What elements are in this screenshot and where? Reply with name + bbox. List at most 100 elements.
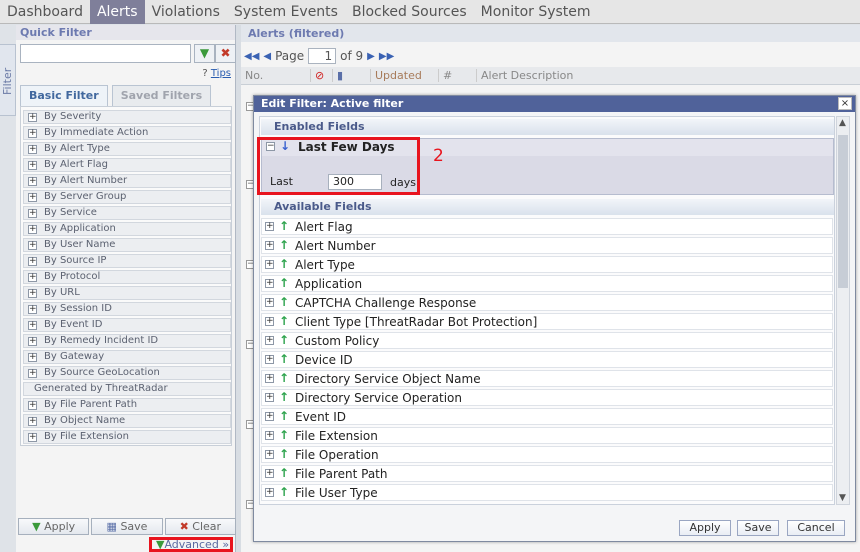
save-filter-button[interactable]: ▦ Save bbox=[91, 518, 163, 535]
add-arrow-icon[interactable]: ↑ bbox=[279, 333, 289, 348]
scroll-up-icon[interactable]: ▲ bbox=[839, 118, 846, 128]
expand-icon: + bbox=[265, 221, 274, 231]
tips-link[interactable]: Tips bbox=[211, 68, 231, 79]
dialog-scrollbar[interactable]: ▲ ▼ bbox=[836, 116, 850, 505]
add-arrow-icon[interactable]: ↑ bbox=[279, 219, 289, 234]
page-number-input[interactable]: 1 bbox=[308, 48, 337, 64]
close-icon[interactable]: × bbox=[838, 97, 852, 110]
tab-dashboard[interactable]: Dashboard bbox=[0, 0, 90, 24]
add-arrow-icon[interactable]: ↑ bbox=[279, 314, 289, 329]
add-arrow-icon[interactable]: ↑ bbox=[279, 371, 289, 386]
filter-item[interactable]: + By Alert Type bbox=[23, 142, 231, 156]
apply-filter-button[interactable]: ▼ Apply bbox=[18, 518, 90, 535]
add-arrow-icon[interactable]: ↑ bbox=[279, 352, 289, 367]
last-page-icon[interactable]: ▶▶ bbox=[379, 51, 394, 62]
expand-icon: + bbox=[28, 320, 37, 330]
available-field-row[interactable]: + ↑ Client Type [ThreatRadar Bot Protectio… bbox=[261, 313, 833, 330]
chart-column-icon[interactable]: ▮ bbox=[333, 69, 371, 82]
column-header-alert-description[interactable]: Alert Description bbox=[477, 69, 577, 82]
tab-alerts[interactable]: Alerts bbox=[89, 0, 145, 24]
add-arrow-icon[interactable]: ↑ bbox=[279, 428, 289, 443]
page-count-label: of 9 bbox=[340, 49, 364, 63]
add-arrow-icon[interactable]: ↑ bbox=[279, 409, 289, 424]
previous-page-icon[interactable]: ◀ bbox=[263, 51, 271, 62]
dialog-apply-button[interactable]: Apply bbox=[679, 520, 731, 536]
quick-filter-apply-button[interactable]: ▼ bbox=[194, 44, 215, 63]
dialog-save-button[interactable]: Save bbox=[737, 520, 779, 536]
available-field-row[interactable]: + ↑ Alert Flag bbox=[261, 218, 833, 235]
quick-filter-clear-button[interactable]: ✖ bbox=[215, 44, 236, 63]
add-arrow-icon[interactable]: ↑ bbox=[279, 276, 289, 291]
available-field-label: Device ID bbox=[295, 353, 353, 367]
filter-item[interactable]: + By Server Group bbox=[23, 190, 231, 204]
available-field-row[interactable]: + ↑ Event ID bbox=[261, 408, 833, 425]
add-arrow-icon[interactable]: ↑ bbox=[279, 466, 289, 481]
filter-item[interactable]: + By Gateway bbox=[23, 350, 231, 364]
filter-item[interactable]: + By Session ID bbox=[23, 302, 231, 316]
filter-item[interactable]: + By Immediate Action bbox=[23, 126, 231, 140]
available-field-row[interactable]: + ↑ File User Type bbox=[261, 484, 833, 501]
filter-item[interactable]: + By URL bbox=[23, 286, 231, 300]
available-field-row[interactable]: + ↑ Application bbox=[261, 275, 833, 292]
first-page-icon[interactable]: ◀◀ bbox=[244, 51, 259, 62]
available-field-row[interactable]: + ↑ Custom Policy bbox=[261, 332, 833, 349]
add-arrow-icon[interactable]: ↑ bbox=[279, 295, 289, 310]
available-field-row[interactable]: + ↑ Directory Service Object Name bbox=[261, 370, 833, 387]
filter-item-label: By Severity bbox=[44, 111, 102, 122]
column-header-count[interactable]: # bbox=[439, 69, 477, 82]
expand-icon: + bbox=[28, 432, 37, 442]
clear-filter-icon: ✖ bbox=[179, 520, 189, 533]
quick-filter-input[interactable] bbox=[20, 44, 191, 63]
severity-column-icon[interactable]: ⊘ bbox=[311, 69, 333, 82]
advanced-link[interactable]: ▼Advanced » bbox=[149, 537, 233, 552]
filter-item[interactable]: + By Source GeoLocation bbox=[23, 366, 231, 380]
available-field-row[interactable]: + ↑ File Extension bbox=[261, 427, 833, 444]
filter-item[interactable]: + By File Extension bbox=[23, 430, 231, 444]
filter-item-label: By Gateway bbox=[44, 351, 105, 362]
available-field-row[interactable]: + ↑ Alert Type bbox=[261, 256, 833, 273]
clear-filter-button[interactable]: ✖ Clear bbox=[164, 518, 236, 535]
add-arrow-icon[interactable]: ↑ bbox=[279, 257, 289, 272]
tab-monitor-system[interactable]: Monitor System bbox=[474, 0, 598, 24]
available-field-label: Directory Service Operation bbox=[295, 391, 463, 405]
column-header-updated[interactable]: Updated bbox=[371, 69, 439, 82]
available-field-row[interactable]: + ↑ CAPTCHA Challenge Response bbox=[261, 294, 833, 311]
available-field-label: File User Type bbox=[295, 486, 378, 500]
tab-saved-filters[interactable]: Saved Filters bbox=[111, 85, 212, 106]
filter-item[interactable]: + By Alert Number bbox=[23, 174, 231, 188]
filter-item[interactable]: + By Severity bbox=[23, 110, 231, 124]
available-field-row[interactable]: + ↑ File Operation bbox=[261, 446, 833, 463]
filter-item[interactable]: + By Protocol bbox=[23, 270, 231, 284]
available-field-row[interactable]: + ↑ File Parent Path bbox=[261, 465, 833, 482]
filter-item[interactable]: + By User Name bbox=[23, 238, 231, 252]
column-header-number[interactable]: No. bbox=[241, 69, 311, 82]
next-page-icon[interactable]: ▶ bbox=[367, 51, 375, 62]
scrollbar-thumb[interactable] bbox=[838, 135, 848, 288]
filter-item-label: Generated by ThreatRadar bbox=[34, 383, 168, 394]
scroll-down-icon[interactable]: ▼ bbox=[839, 493, 846, 503]
dialog-cancel-button[interactable]: Cancel bbox=[787, 520, 845, 536]
filter-item[interactable]: Generated by ThreatRadar bbox=[23, 382, 231, 396]
tab-violations[interactable]: Violations bbox=[145, 0, 227, 24]
filter-item[interactable]: + By Application bbox=[23, 222, 231, 236]
filter-item[interactable]: + By Alert Flag bbox=[23, 158, 231, 172]
available-field-row[interactable]: + ↑ Device ID bbox=[261, 351, 833, 368]
add-arrow-icon[interactable]: ↑ bbox=[279, 447, 289, 462]
filter-item[interactable]: + By Service bbox=[23, 206, 231, 220]
add-arrow-icon[interactable]: ↑ bbox=[279, 390, 289, 405]
filter-item[interactable]: + By Event ID bbox=[23, 318, 231, 332]
filter-item[interactable]: + By File Parent Path bbox=[23, 398, 231, 412]
filter-item[interactable]: + By Object Name bbox=[23, 414, 231, 428]
add-arrow-icon[interactable]: ↑ bbox=[279, 238, 289, 253]
filter-item[interactable]: + By Source IP bbox=[23, 254, 231, 268]
filter-side-tab[interactable]: Filter bbox=[0, 44, 16, 116]
available-field-row[interactable]: + ↑ Directory Service Operation bbox=[261, 389, 833, 406]
tab-system-events[interactable]: System Events bbox=[227, 0, 345, 24]
add-arrow-icon[interactable]: ↑ bbox=[279, 485, 289, 500]
expand-icon: + bbox=[265, 392, 274, 402]
tab-basic-filter[interactable]: Basic Filter bbox=[20, 85, 108, 106]
expand-icon: + bbox=[265, 373, 274, 383]
filter-item[interactable]: + By Remedy Incident ID bbox=[23, 334, 231, 348]
tab-blocked-sources[interactable]: Blocked Sources bbox=[345, 0, 474, 24]
available-field-row[interactable]: + ↑ Alert Number bbox=[261, 237, 833, 254]
